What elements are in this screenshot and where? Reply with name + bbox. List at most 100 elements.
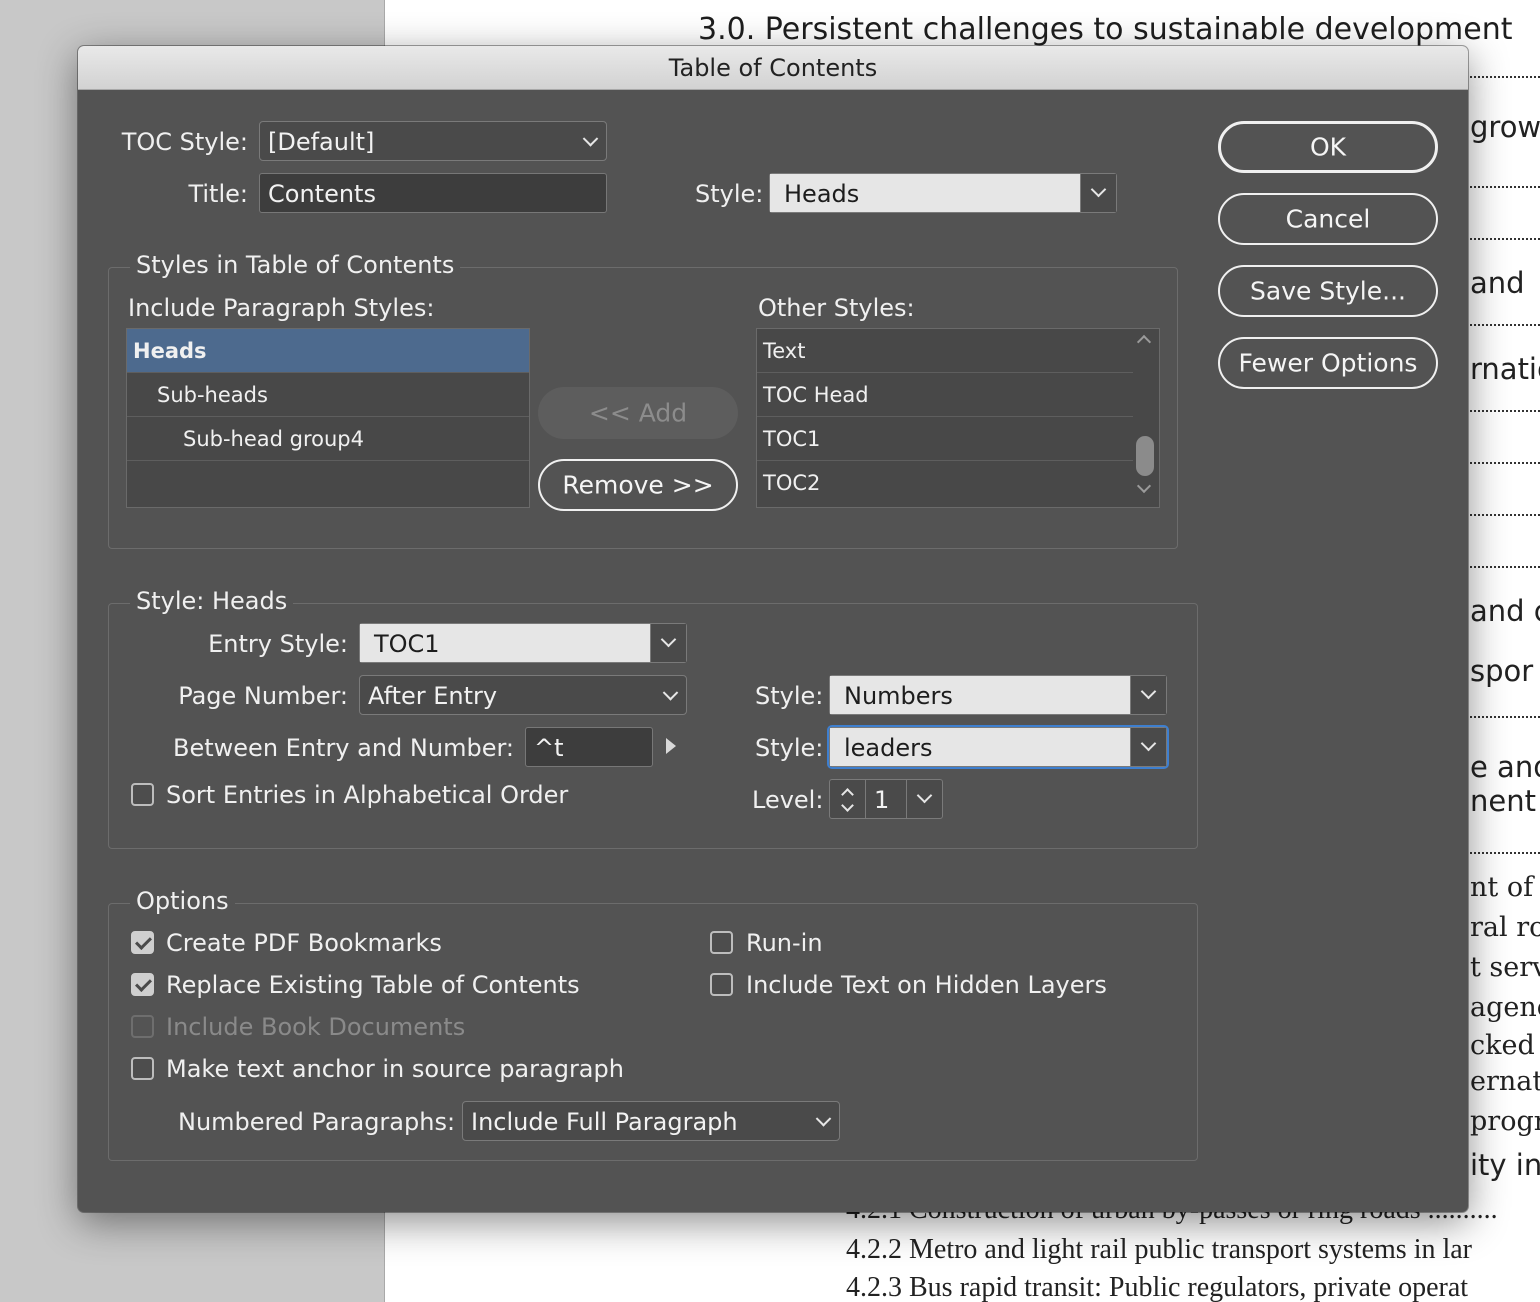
entry-style-label: Entry Style: xyxy=(208,630,348,658)
style-heads-title: Style: Heads xyxy=(130,587,294,615)
chevron-down-icon xyxy=(662,685,679,701)
list-item-toc2[interactable]: TOC2 xyxy=(757,461,1133,505)
toc-style-dropdown[interactable]: [Default] xyxy=(259,121,607,161)
page-number-label: Page Number: xyxy=(178,682,348,710)
page-number-style-dropdown-button[interactable] xyxy=(1130,676,1166,714)
document-fragment: grow xyxy=(1470,110,1540,144)
list-item-label: Heads xyxy=(133,339,207,363)
between-entry-field[interactable]: ^t xyxy=(525,727,653,767)
special-characters-menu-icon[interactable] xyxy=(666,738,676,754)
make-text-anchor-label[interactable]: Make text anchor in source paragraph xyxy=(166,1055,624,1083)
document-fragment: e and xyxy=(1470,750,1540,784)
styles-group-title: Styles in Table of Contents xyxy=(130,251,461,279)
ok-button-label: OK xyxy=(1309,132,1347,162)
other-styles-list[interactable]: Text TOC Head TOC1 TOC2 xyxy=(756,328,1160,508)
document-fragment: progr xyxy=(1470,1106,1540,1137)
dialog-title: Table of Contents xyxy=(668,54,878,82)
run-in-checkbox[interactable] xyxy=(710,931,733,954)
between-style-value[interactable]: leaders xyxy=(830,728,1130,766)
list-item-toc1[interactable]: TOC1 xyxy=(757,417,1133,461)
between-style-combo[interactable]: leaders xyxy=(827,725,1169,769)
between-style-dropdown-button[interactable] xyxy=(1130,728,1166,766)
chevron-down-icon xyxy=(916,787,933,804)
toc-dialog: Table of Contents TOC Style: [Default] T… xyxy=(78,46,1468,1212)
between-style-label: Style: xyxy=(755,734,824,762)
level-value[interactable]: 1 xyxy=(874,786,889,814)
list-item-heads[interactable]: Heads xyxy=(127,329,529,373)
make-text-anchor-checkbox[interactable] xyxy=(131,1057,154,1080)
title-field[interactable]: Contents xyxy=(259,173,607,213)
list-item-toc-head[interactable]: TOC Head xyxy=(757,373,1133,417)
document-heading: 3.0. Persistent challenges to sustainabl… xyxy=(698,12,1513,47)
include-book-documents-label[interactable]: Include Book Documents xyxy=(166,1013,465,1041)
chevron-down-icon xyxy=(582,131,599,147)
chevron-down-icon[interactable] xyxy=(841,799,854,812)
add-button[interactable]: << Add xyxy=(538,387,738,439)
document-fragment: nt of r xyxy=(1470,872,1540,903)
numbered-paragraphs-dropdown[interactable]: Include Full Paragraph xyxy=(462,1101,840,1141)
sort-alphabetical-checkbox[interactable] xyxy=(131,783,154,806)
list-item-text[interactable]: Text xyxy=(757,329,1133,373)
remove-button[interactable]: Remove >> xyxy=(538,459,738,511)
list-item-label: Sub-heads xyxy=(157,383,268,407)
save-style-button-label: Save Style... xyxy=(1250,276,1406,306)
document-fragment: t servi xyxy=(1470,952,1540,983)
run-in-label[interactable]: Run-in xyxy=(746,929,823,957)
leader-dots xyxy=(1470,514,1540,516)
scroll-down-icon[interactable] xyxy=(1136,478,1152,494)
document-fragment: nent i xyxy=(1470,784,1540,818)
list-item-label: Text xyxy=(763,339,806,363)
level-stepper[interactable]: 1 xyxy=(829,779,943,819)
scroll-up-icon[interactable] xyxy=(1136,334,1152,350)
list-item-sub-head-group4[interactable]: Sub-head group4 xyxy=(127,417,529,461)
numbered-paragraphs-label: Numbered Paragraphs: xyxy=(178,1108,456,1136)
fewer-options-button[interactable]: Fewer Options xyxy=(1218,337,1438,389)
include-hidden-layers-label[interactable]: Include Text on Hidden Layers xyxy=(746,971,1107,999)
entry-style-combo[interactable]: TOC1 xyxy=(359,623,687,663)
document-fragment: ernati xyxy=(1470,1066,1540,1097)
title-style-combo[interactable]: Heads xyxy=(769,173,1117,213)
title-style-value[interactable]: Heads xyxy=(770,174,1080,212)
list-item-label: Sub-head group4 xyxy=(183,427,365,451)
sort-alphabetical-label[interactable]: Sort Entries in Alphabetical Order xyxy=(166,781,568,809)
level-label: Level: xyxy=(752,786,824,814)
toc-style-label: TOC Style: xyxy=(121,128,248,156)
create-pdf-bookmarks-label[interactable]: Create PDF Bookmarks xyxy=(166,929,442,957)
remove-button-label: Remove >> xyxy=(562,470,714,500)
page-number-dropdown[interactable]: After Entry xyxy=(359,675,687,715)
chevron-down-icon xyxy=(815,1111,832,1127)
document-fragment: cked d xyxy=(1470,1030,1540,1061)
include-book-documents-checkbox[interactable] xyxy=(131,1015,154,1038)
create-pdf-bookmarks-checkbox[interactable] xyxy=(131,931,154,954)
leader-dots xyxy=(1470,566,1540,568)
page-number-style-value[interactable]: Numbers xyxy=(830,676,1130,714)
list-item-sub-heads[interactable]: Sub-heads xyxy=(127,373,529,417)
dialog-titlebar[interactable]: Table of Contents xyxy=(78,46,1468,90)
include-hidden-layers-checkbox[interactable] xyxy=(710,973,733,996)
add-button-label: << Add xyxy=(588,398,688,428)
ok-button[interactable]: OK xyxy=(1218,121,1438,173)
entry-style-value[interactable]: TOC1 xyxy=(360,624,650,662)
replace-existing-label[interactable]: Replace Existing Table of Contents xyxy=(166,971,580,999)
cancel-button[interactable]: Cancel xyxy=(1218,193,1438,245)
page-number-value: After Entry xyxy=(368,682,498,710)
other-styles-scrollbar[interactable] xyxy=(1133,329,1157,505)
title-style-label: Style: xyxy=(695,180,764,208)
scroll-thumb[interactable] xyxy=(1136,436,1154,476)
list-item-label: TOC2 xyxy=(763,471,821,495)
other-styles-label: Other Styles: xyxy=(758,294,915,322)
page-number-style-combo[interactable]: Numbers xyxy=(829,675,1167,715)
include-styles-list[interactable]: Heads Sub-heads Sub-head group4 xyxy=(126,328,530,508)
level-dropdown-button[interactable] xyxy=(906,780,942,818)
title-label: Title: xyxy=(188,180,248,208)
chevron-down-icon xyxy=(660,631,677,648)
title-style-dropdown-button[interactable] xyxy=(1080,174,1116,212)
entry-style-dropdown-button[interactable] xyxy=(650,624,686,662)
replace-existing-checkbox[interactable] xyxy=(131,973,154,996)
save-style-button[interactable]: Save Style... xyxy=(1218,265,1438,317)
document-fragment: rnatic xyxy=(1470,352,1540,386)
level-stepper-arrows[interactable] xyxy=(830,780,866,818)
toc-style-value: [Default] xyxy=(268,128,375,156)
document-line: 4.2.3 Bus rapid transit: Public regulato… xyxy=(846,1272,1469,1302)
leader-dots xyxy=(1470,462,1540,464)
